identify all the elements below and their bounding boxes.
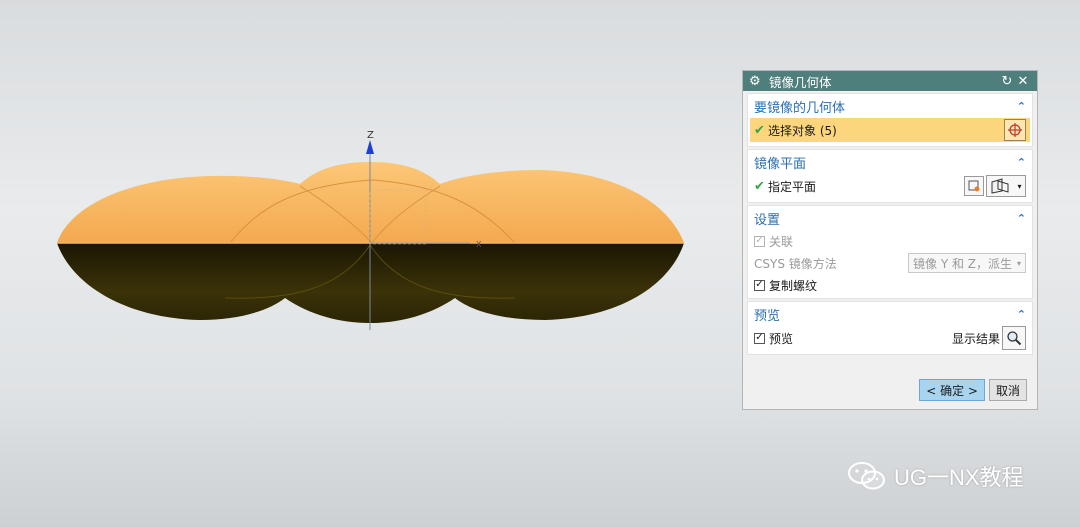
specify-plane-row[interactable]: ✔ 指定平面 ▾ xyxy=(748,174,1032,198)
section-settings-title: 设置 xyxy=(754,212,781,228)
check-icon: ✔ xyxy=(754,178,765,194)
wechat-logo-icon xyxy=(848,462,885,490)
gear-icon[interactable]: ⚙ xyxy=(749,74,765,89)
section-geometry: 要镜像的几何体 ⌃ ✔ 选择对象 (5) xyxy=(747,93,1033,147)
z-axis-arrow xyxy=(366,140,374,154)
crosshair-select-button[interactable] xyxy=(1004,119,1026,141)
section-geometry-title: 要镜像的几何体 xyxy=(754,100,846,116)
crosshair-icon xyxy=(1008,123,1022,137)
csys-method-row: CSYS 镜像方法 镜像 Y 和 Z，派生 ▾ xyxy=(748,252,1032,274)
specify-plane-label: 指定平面 xyxy=(768,179,817,194)
chevron-up-icon[interactable]: ⌃ xyxy=(1017,100,1026,113)
dialog-title: 镜像几何体 xyxy=(769,74,832,90)
section-settings-header[interactable]: 设置 ⌃ xyxy=(748,206,1032,230)
x-axis-label: X xyxy=(476,240,482,249)
section-preview-header[interactable]: 预览 ⌃ xyxy=(748,302,1032,326)
preview-checkbox[interactable]: ✓ xyxy=(754,332,765,344)
watermark: UG一NX教程 xyxy=(846,460,1024,492)
associative-label: 关联 xyxy=(769,234,794,249)
csys-method-value: 镜像 Y 和 Z，派生 xyxy=(913,256,1012,271)
chevron-up-icon[interactable]: ⌃ xyxy=(1017,156,1026,169)
dialog-footer: < 确定 > 取消 xyxy=(919,379,1027,401)
cancel-button[interactable]: 取消 xyxy=(988,379,1027,401)
check-icon: ✔ xyxy=(754,122,765,138)
close-icon[interactable]: ✕ xyxy=(1015,74,1031,89)
plane-dialog-icon xyxy=(968,180,980,192)
preview-label: 预览 xyxy=(769,331,794,346)
chevron-up-icon[interactable]: ⌃ xyxy=(1017,212,1026,225)
dialog-titlebar[interactable]: ⚙ 镜像几何体 ↻ ✕ xyxy=(743,71,1037,91)
section-plane-title: 镜像平面 xyxy=(754,156,807,172)
watermark-text: UG一NX教程 xyxy=(894,465,1024,490)
magnifier-icon xyxy=(1007,331,1022,346)
section-plane: 镜像平面 ⌃ ✔ 指定平面 ▾ xyxy=(747,149,1033,203)
show-result-button[interactable] xyxy=(1002,326,1026,350)
copy-thread-label: 复制螺纹 xyxy=(769,278,818,293)
section-settings: 设置 ⌃ ✓ 关联 CSYS 镜像方法 镜像 Y 和 Z，派生 ▾ ✓ 复制螺纹 xyxy=(747,205,1033,299)
csys-method-select: 镜像 Y 和 Z，派生 ▾ xyxy=(908,253,1026,273)
associative-row: ✓ 关联 xyxy=(748,230,1032,252)
ok-button[interactable]: < 确定 > xyxy=(919,379,985,401)
dropdown-arrow-icon: ▾ xyxy=(1016,258,1021,268)
csys-method-label: CSYS 镜像方法 xyxy=(754,256,837,271)
show-result-label: 显示结果 xyxy=(951,331,1000,346)
copy-thread-row[interactable]: ✓ 复制螺纹 xyxy=(748,274,1032,296)
associative-checkbox: ✓ xyxy=(754,235,765,247)
select-object-label: 选择对象 (5) xyxy=(768,123,837,138)
mirror-geometry-dialog: ⚙ 镜像几何体 ↻ ✕ 要镜像的几何体 ⌃ ✔ 选择对象 (5) 镜像平面 ⌃ xyxy=(742,70,1038,410)
plane-dialog-button[interactable] xyxy=(964,176,984,196)
copy-thread-checkbox[interactable]: ✓ xyxy=(754,279,765,291)
chevron-up-icon[interactable]: ⌃ xyxy=(1017,308,1026,321)
section-plane-header[interactable]: 镜像平面 ⌃ xyxy=(748,150,1032,174)
reset-icon[interactable]: ↻ xyxy=(999,74,1015,89)
plane-type-dropdown[interactable]: ▾ xyxy=(986,175,1026,197)
z-axis-label: Z xyxy=(367,130,374,141)
section-preview: 预览 ⌃ ✓ 预览 显示结果 xyxy=(747,301,1033,355)
dropdown-arrow-icon: ▾ xyxy=(1017,181,1022,191)
select-object-row[interactable]: ✔ 选择对象 (5) xyxy=(750,118,1030,142)
preview-row: ✓ 预览 显示结果 xyxy=(748,326,1032,350)
section-preview-title: 预览 xyxy=(754,308,781,324)
section-geometry-header[interactable]: 要镜像的几何体 ⌃ xyxy=(748,94,1032,118)
plane-icon xyxy=(991,178,1009,194)
